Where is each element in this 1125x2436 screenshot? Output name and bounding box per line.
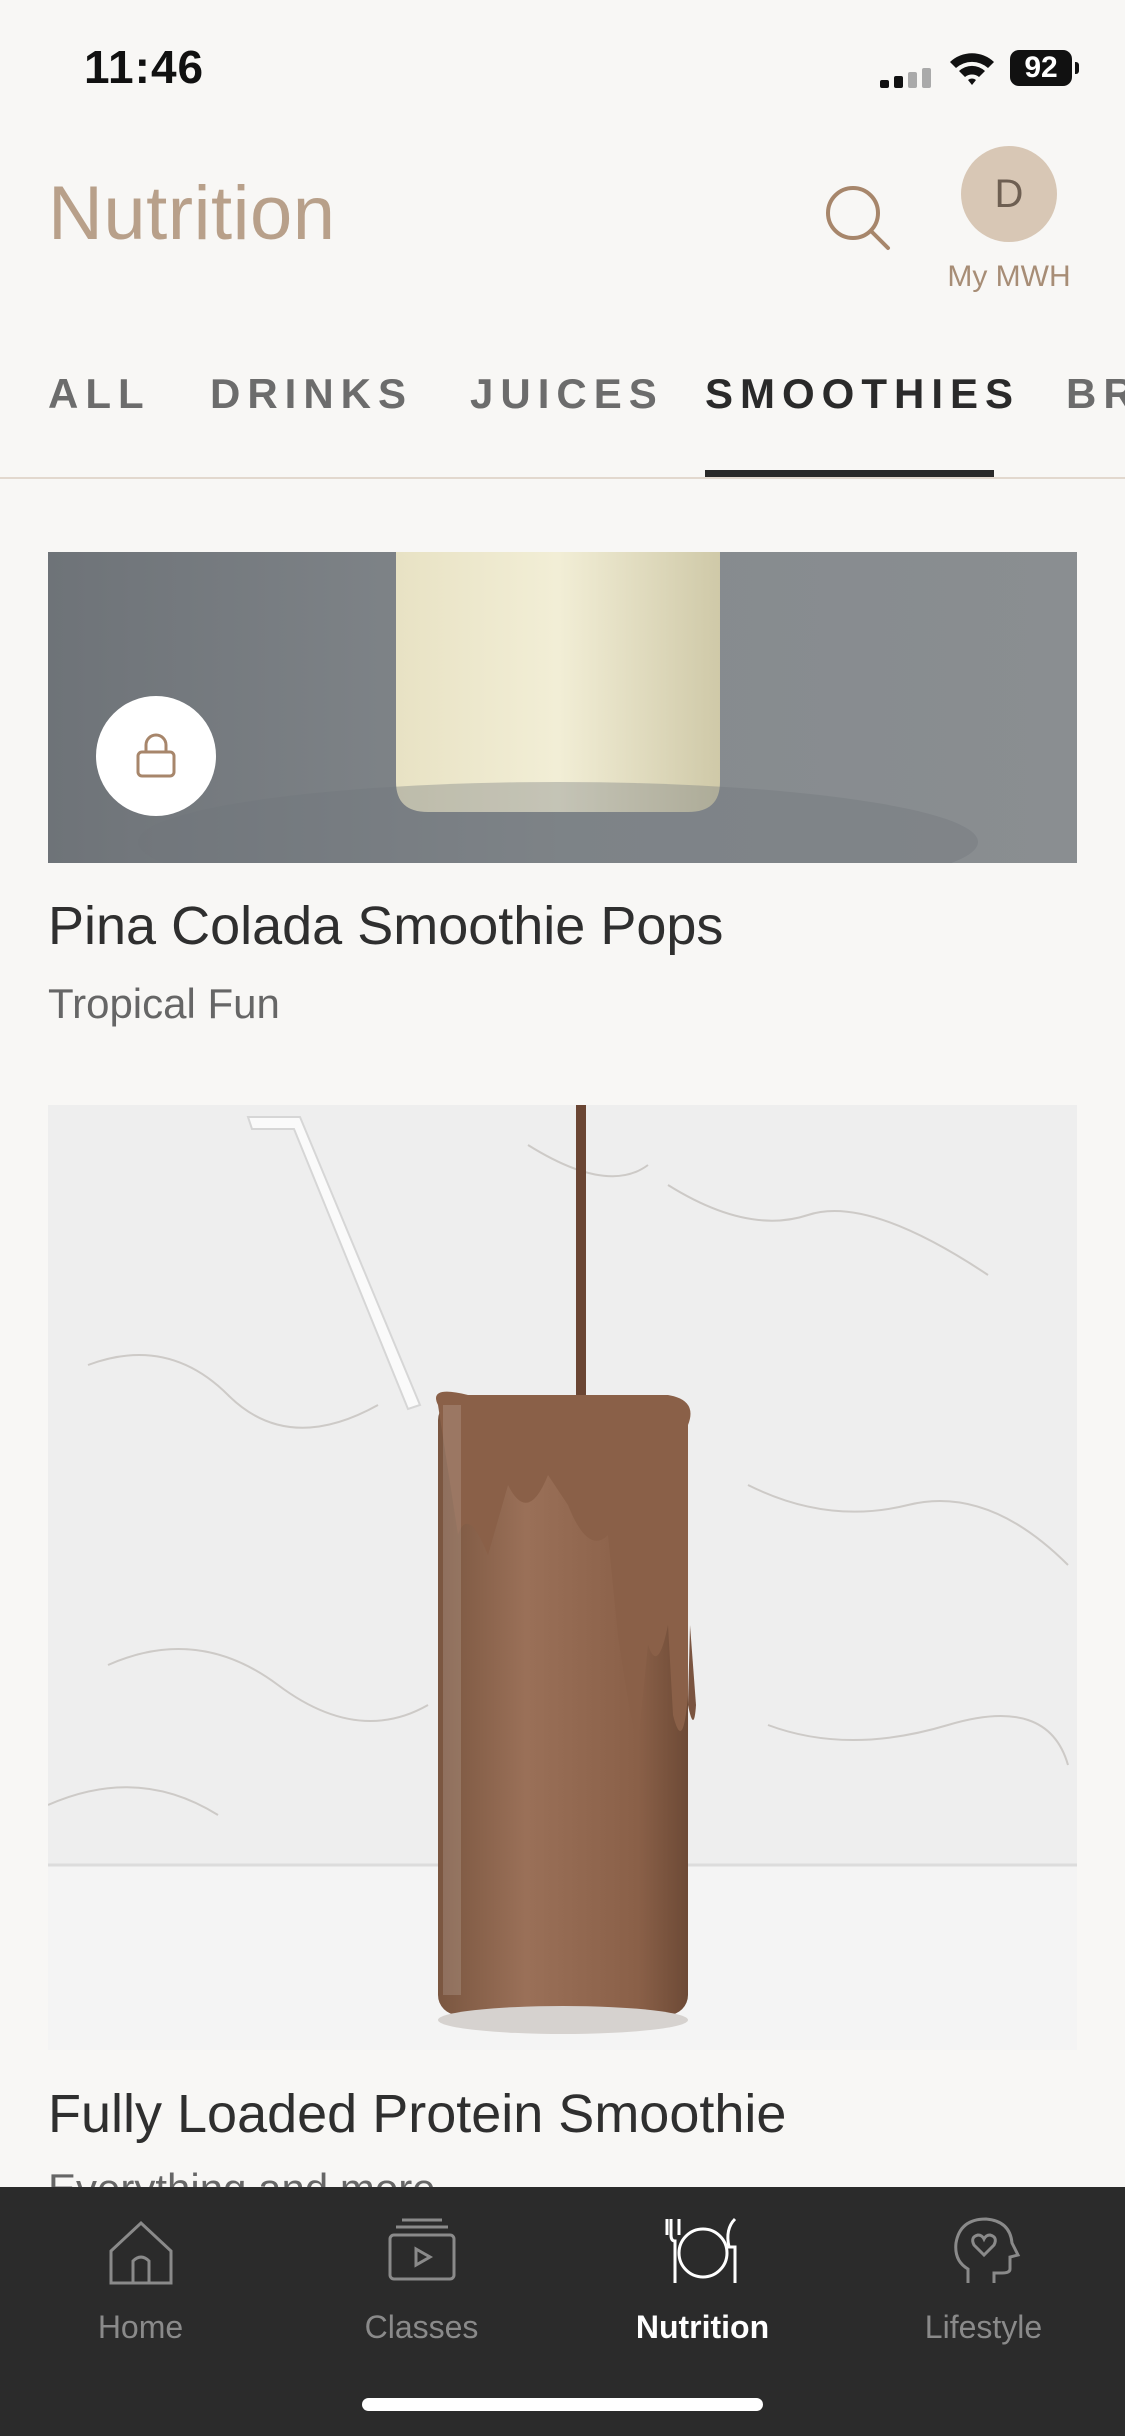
tab-br[interactable]: BR	[1066, 370, 1125, 418]
recipe-title[interactable]: Fully Loaded Protein Smoothie	[48, 2083, 786, 2145]
status-bar: 11:46 92	[0, 0, 1125, 140]
nav-label: Home	[97, 2309, 184, 2345]
wifi-icon	[950, 53, 994, 85]
classes-icon	[388, 2218, 455, 2281]
tab-drinks[interactable]: DRINKS	[210, 370, 413, 418]
search-icon	[826, 186, 890, 250]
avatar: D	[961, 146, 1057, 242]
page-title: Nutrition	[48, 171, 336, 256]
nav-lifestyle[interactable]: Lifestyle	[843, 2187, 1124, 2387]
cellular-signal-icon	[880, 68, 931, 88]
tabs-divider	[0, 477, 1125, 479]
nav-nutrition[interactable]: Nutrition	[562, 2187, 843, 2387]
nutrition-icon	[665, 2217, 736, 2283]
active-tab-indicator	[705, 470, 994, 477]
tab-all[interactable]: ALL	[48, 370, 151, 418]
nav-label: Classes	[364, 2309, 479, 2345]
nav-label: Lifestyle	[924, 2309, 1043, 2345]
category-tabs: ALL DRINKS JUICES SMOOTHIES BR	[0, 330, 1125, 480]
nav-home[interactable]: Home	[0, 2187, 281, 2387]
protein-smoothie-photo	[48, 1105, 1077, 2050]
lifestyle-icon	[953, 2217, 1020, 2283]
profile-button[interactable]: D My MWH	[938, 146, 1080, 306]
nav-classes[interactable]: Classes	[281, 2187, 562, 2387]
nav-label: Nutrition	[635, 2309, 770, 2345]
battery-icon: 92	[1010, 50, 1079, 86]
locked-badge	[96, 696, 216, 816]
pina-colada-photo	[48, 552, 1077, 863]
home-indicator[interactable]	[362, 2398, 763, 2411]
recipe-title[interactable]: Pina Colada Smoothie Pops	[48, 895, 723, 957]
recipe-subtitle: Tropical Fun	[48, 980, 280, 1027]
recipe-image-pina-colada[interactable]	[48, 552, 1077, 863]
recipe-image-protein-smoothie[interactable]	[48, 1105, 1077, 2050]
lock-icon	[136, 733, 176, 778]
status-time: 11:46	[84, 41, 205, 93]
tab-smoothies[interactable]: SMOOTHIES	[705, 370, 1020, 418]
tab-juices[interactable]: JUICES	[470, 370, 664, 418]
avatar-label: My MWH	[947, 260, 1071, 293]
home-icon	[109, 2220, 172, 2285]
search-button[interactable]	[820, 180, 896, 256]
screen: 11:46 92 Nutrition D My MWH ALL DRINKS J…	[0, 0, 1125, 2436]
